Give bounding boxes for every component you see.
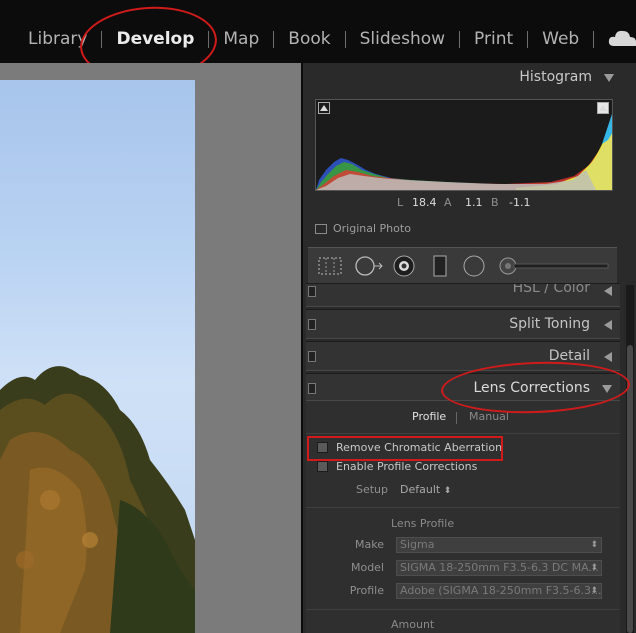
adjustment-brush-icon[interactable] <box>498 257 610 275</box>
highlight-clipping-toggle[interactable] <box>597 102 609 114</box>
tool-strip <box>308 247 617 284</box>
panel-hsl-color[interactable]: HSL / Color <box>306 283 620 307</box>
radial-filter-icon[interactable] <box>462 255 486 279</box>
lab-l-value: 18.4 <box>412 196 437 209</box>
panel-split-toning-label: Split Toning <box>509 316 590 332</box>
tab-separator <box>456 412 457 424</box>
module-separator <box>593 30 595 48</box>
original-photo-toggle[interactable]: Original Photo <box>315 222 411 236</box>
setup-value: Default <box>400 483 441 496</box>
model-value: SIGMA 18-250mm F3.5-6.3 DC MA... <box>400 561 599 574</box>
make-select[interactable]: Sigma ⬍ <box>396 537 602 553</box>
lab-a-label: A <box>444 196 452 209</box>
module-map[interactable]: Map <box>209 29 273 49</box>
panel-hsl-label: HSL / Color <box>512 283 590 296</box>
divider <box>306 507 620 508</box>
collapse-triangle-icon[interactable] <box>604 74 614 82</box>
divider <box>306 609 620 610</box>
module-slideshow[interactable]: Slideshow <box>346 29 459 49</box>
lab-readout: L 18.4 A 1.1 B -1.1 <box>315 196 613 210</box>
expand-triangle-icon[interactable] <box>604 320 612 330</box>
photo-preview[interactable] <box>0 80 195 633</box>
divider <box>306 433 620 434</box>
amount-title: Amount <box>391 618 435 631</box>
red-eye-icon[interactable] <box>392 255 416 279</box>
profile-label: Profile <box>349 584 384 597</box>
updown-icon: ⬍ <box>590 586 598 596</box>
enable-profile-checkbox[interactable] <box>317 461 328 472</box>
panel-switch[interactable] <box>308 383 316 394</box>
histogram-header[interactable]: Histogram <box>308 63 622 95</box>
panel-scrollbar[interactable] <box>626 285 634 633</box>
make-value: Sigma <box>400 538 435 551</box>
lab-b-label: B <box>491 196 499 209</box>
model-select[interactable]: SIGMA 18-250mm F3.5-6.3 DC MA... ⬍ <box>396 560 602 576</box>
panel-switch[interactable] <box>308 351 316 362</box>
expand-triangle-icon[interactable] <box>604 352 612 362</box>
lab-b-value: -1.1 <box>509 196 531 209</box>
updown-icon: ⬍ <box>590 563 598 573</box>
checkbox-icon <box>315 224 327 234</box>
setup-label: Setup <box>355 483 388 496</box>
image-canvas[interactable] <box>0 63 301 633</box>
cloud-sync-icon[interactable] <box>608 28 636 48</box>
lab-l-label: L <box>397 196 404 209</box>
setup-dropdown[interactable]: Default ⬍ <box>400 483 451 496</box>
shadow-clipping-toggle[interactable] <box>318 102 330 114</box>
annotation-box-remove-ca <box>307 436 503 461</box>
histogram-curves <box>316 114 612 190</box>
tree-image <box>0 366 195 633</box>
profile-select[interactable]: Adobe (SIGMA 18-250mm F3.5-6.3... ⬍ <box>396 583 602 599</box>
histogram-graph[interactable] <box>315 99 613 191</box>
model-label: Model <box>350 561 384 574</box>
updown-icon: ⬍ <box>443 486 452 496</box>
crop-overlay-icon[interactable] <box>317 255 343 277</box>
lab-a-value: 1.1 <box>465 196 483 209</box>
module-web[interactable]: Web <box>528 29 593 49</box>
enable-profile-label[interactable]: Enable Profile Corrections <box>336 460 477 473</box>
make-label: Make <box>355 538 384 551</box>
lens-profile-title: Lens Profile <box>391 517 455 530</box>
panel-switch[interactable] <box>308 286 316 297</box>
updown-icon: ⬍ <box>590 540 598 550</box>
histogram-title: Histogram <box>519 69 592 85</box>
original-photo-label: Original Photo <box>333 222 411 235</box>
spot-removal-icon[interactable] <box>354 255 384 277</box>
expand-triangle-icon[interactable] <box>604 286 612 296</box>
panel-switch[interactable] <box>308 319 316 330</box>
module-print[interactable]: Print <box>460 29 527 49</box>
tab-profile[interactable]: Profile <box>412 410 446 423</box>
module-book[interactable]: Book <box>274 29 344 49</box>
panel-split-toning[interactable]: Split Toning <box>306 309 620 339</box>
profile-value: Adobe (SIGMA 18-250mm F3.5-6.3... <box>400 584 602 597</box>
graduated-filter-icon[interactable] <box>432 255 448 279</box>
